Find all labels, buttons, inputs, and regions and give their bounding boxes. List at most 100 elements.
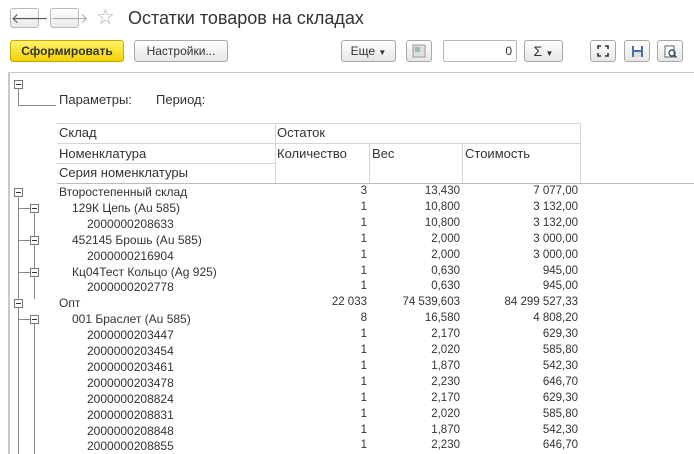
row-cost: 585,80 [542, 344, 578, 356]
period-label: Период: [156, 92, 206, 107]
params-label: Параметры: [59, 92, 132, 107]
generate-button[interactable]: Сформировать [10, 40, 124, 62]
row-quantity: 1 [360, 407, 367, 420]
row-name: 2000000208633 [87, 216, 174, 231]
row-weight: 2,170 [431, 328, 460, 341]
row-cost: 7 077,00 [533, 185, 578, 197]
row-quantity: 1 [360, 344, 367, 356]
save-button[interactable] [624, 40, 650, 62]
row-quantity: 1 [360, 439, 367, 452]
chevron-down-icon: ▼ [545, 49, 554, 58]
header-series: Серия номенклатуры [59, 165, 188, 180]
row-quantity: 1 [360, 359, 367, 372]
row-weight: 74 539,603 [402, 296, 460, 309]
row-cost: 4 808,20 [533, 312, 578, 325]
header-quantity: Количество [277, 146, 347, 161]
arrow-right-icon: 🡒 [51, 10, 89, 26]
row-weight: 1,870 [431, 359, 460, 372]
page-title: Остатки товаров на складах [128, 8, 364, 28]
star-icon[interactable]: ☆ [96, 5, 115, 30]
row-quantity: 1 [360, 391, 367, 404]
row-weight: 10,800 [424, 216, 460, 229]
chevron-down-icon: ▼ [378, 48, 387, 57]
row-name: Кц04Тест Кольцо (Ag 925) [72, 264, 217, 279]
row-cost: 629,30 [542, 328, 578, 341]
row-cost: 945,00 [542, 264, 578, 277]
row-cost: 542,30 [542, 359, 578, 372]
row-quantity: 1 [360, 216, 367, 229]
row-quantity: 1 [360, 280, 367, 293]
row-name: 2000000203461 [87, 359, 174, 374]
header-cost: Стоимость [465, 146, 531, 161]
sum-field[interactable]: 0 [443, 40, 517, 62]
row-cost: 629,30 [542, 391, 578, 404]
header-weight: Вес [372, 146, 395, 161]
row-name: 2000000208848 [87, 423, 174, 438]
row-name: Опт [59, 296, 81, 311]
sigma-icon: Σ [533, 43, 543, 59]
group-toggle[interactable] [30, 235, 39, 245]
row-cost: 646,70 [542, 375, 578, 388]
row-weight: 2,020 [431, 344, 460, 356]
row-name: 2000000203454 [87, 344, 174, 358]
row-name: 2000000203447 [87, 328, 174, 343]
row-weight: 2,000 [431, 232, 460, 245]
row-quantity: 1 [360, 375, 367, 388]
row-name: 452145 Брошь (Au 585) [72, 232, 202, 247]
row-cost: 3 132,00 [533, 200, 578, 213]
header-warehouse: Склад [59, 125, 97, 140]
more-label: Еще [350, 44, 376, 58]
header-remainder: Остаток [277, 125, 326, 140]
row-name: 2000000208855 [87, 439, 174, 454]
row-weight: 2,230 [431, 375, 460, 388]
row-name: 129К Цепь (Au 585) [72, 200, 181, 215]
more-button[interactable]: Еще ▼ [341, 40, 396, 62]
group-toggle[interactable] [30, 203, 39, 213]
preview-icon [664, 45, 677, 59]
row-quantity: 8 [360, 312, 367, 325]
row-cost: 3 000,00 [533, 232, 578, 245]
row-weight: 1,870 [431, 423, 460, 436]
row-quantity: 3 [360, 185, 367, 197]
sum-dropdown-button[interactable]: Σ ▼ [524, 40, 563, 62]
row-quantity: 1 [360, 248, 367, 261]
fullscreen-button[interactable] [590, 40, 616, 62]
row-cost: 542,30 [542, 423, 578, 436]
row-quantity: 1 [360, 232, 367, 245]
settings-button[interactable]: Настройки... [134, 40, 228, 62]
row-cost: 585,80 [542, 407, 578, 420]
report-panel-button[interactable] [406, 40, 432, 62]
group-toggle[interactable] [30, 315, 39, 325]
print-preview-button[interactable] [657, 40, 683, 62]
row-cost: 646,70 [542, 439, 578, 452]
row-quantity: 1 [360, 423, 367, 436]
group-toggle[interactable] [14, 299, 23, 309]
row-name: 2000000208824 [87, 391, 174, 406]
row-name: Второстепенный склад [59, 185, 188, 199]
row-weight: 2,000 [431, 248, 460, 261]
expand-icon [597, 45, 609, 57]
row-weight: 0,630 [431, 280, 460, 293]
row-name: 2000000208831 [87, 407, 174, 422]
arrow-left-icon: 🡐 [11, 10, 49, 26]
row-cost: 3 132,00 [533, 216, 578, 229]
forward-button[interactable]: 🡒 [50, 8, 89, 28]
group-toggle[interactable] [30, 267, 39, 277]
floppy-icon [631, 46, 643, 57]
group-toggle[interactable] [14, 188, 23, 197]
row-cost: 945,00 [542, 280, 578, 293]
report-sheet[interactable]: Параметры: Период: Склад Остаток Номенкл… [8, 72, 694, 454]
row-quantity: 1 [360, 264, 367, 277]
back-button[interactable]: 🡐 [10, 8, 49, 28]
row-quantity: 1 [360, 200, 367, 213]
row-weight: 0,630 [431, 264, 460, 277]
row-name: 2000000216904 [87, 248, 174, 263]
row-weight: 16,580 [424, 312, 460, 325]
row-cost: 84 299 527,33 [504, 296, 578, 309]
row-weight: 10,800 [424, 200, 460, 213]
row-weight: 2,230 [431, 439, 460, 452]
row-quantity: 1 [360, 328, 367, 341]
row-weight: 13,430 [424, 185, 460, 197]
row-name: 001 Браслет (Au 585) [72, 312, 191, 327]
group-toggle[interactable] [14, 80, 23, 89]
